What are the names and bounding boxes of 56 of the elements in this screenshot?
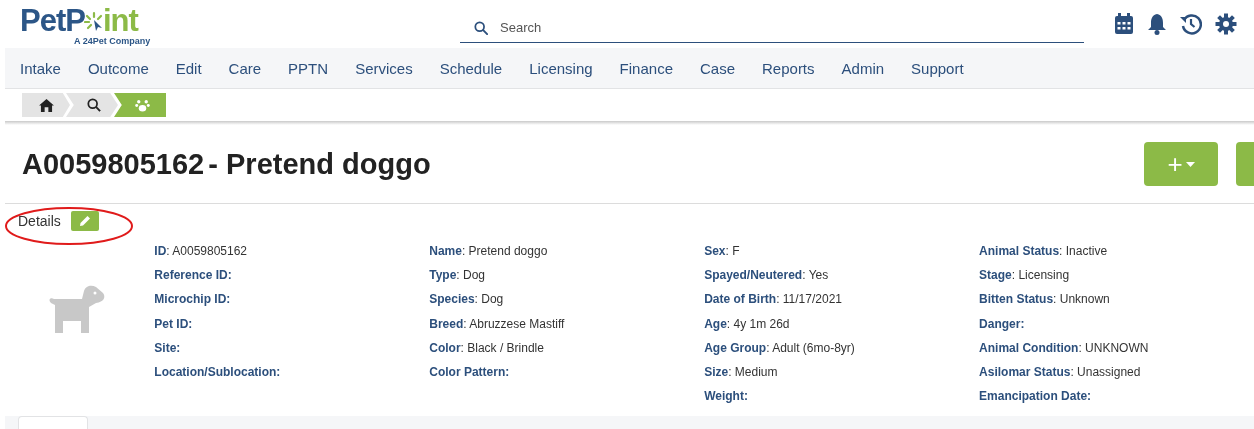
- detail-field: Reference ID:: [154, 268, 430, 293]
- home-icon: [38, 98, 54, 112]
- nav-link[interactable]: Reports: [762, 59, 815, 77]
- nav-link[interactable]: Licensing: [529, 59, 593, 77]
- calendar-icon[interactable]: [1114, 13, 1134, 35]
- search-icon: [87, 98, 101, 112]
- detail-field: Stage: Licensing: [979, 268, 1254, 293]
- nav-link[interactable]: Edit: [175, 59, 202, 77]
- detail-field: Date of Birth: 11/17/2021: [704, 292, 980, 317]
- pencil-icon: [78, 215, 91, 227]
- logo[interactable]: PetP int A 24Pet Company: [20, 6, 460, 46]
- section-title: Details: [18, 213, 61, 229]
- detail-field: Pet ID:: [154, 316, 430, 341]
- detail-field: Breed: Abruzzese Mastiff: [429, 316, 705, 341]
- detail-field: Animal Status: Inactive: [979, 244, 1254, 269]
- detail-field: Species: Dog: [429, 292, 705, 317]
- nav-link[interactable]: Case: [700, 59, 735, 77]
- detail-field: Age: 4y 1m 26d: [704, 316, 980, 341]
- nav-link[interactable]: Support: [911, 59, 964, 77]
- animal-title: A0059805162- Pretend doggo: [22, 147, 431, 181]
- detail-field: Asilomar Status: Unassigned: [979, 364, 1254, 390]
- caret-icon: [1185, 161, 1195, 167]
- breadcrumb-item[interactable]: [22, 93, 70, 117]
- nav-link[interactable]: Care: [228, 59, 262, 77]
- bell-icon[interactable]: [1147, 13, 1167, 35]
- nav-link[interactable]: Outcome: [87, 59, 149, 77]
- nav-link[interactable]: Admin: [841, 59, 885, 77]
- history-icon[interactable]: [1180, 13, 1202, 35]
- detail-field: Type: Dog: [429, 268, 705, 293]
- nav-link[interactable]: PPTN: [288, 59, 329, 77]
- detail-field: Sex: F: [704, 244, 980, 269]
- detail-field: Danger:: [979, 316, 1254, 341]
- detail-field: Emancipation Date:: [979, 389, 1254, 414]
- detail-field: Site:: [154, 340, 430, 365]
- detail-field: ID: A0059805162: [154, 244, 430, 269]
- detail-field: Color: Black / Brindle: [429, 340, 705, 365]
- nav-link[interactable]: Finance: [619, 59, 673, 77]
- detail-field: Animal Condition: UNKNOWN: [979, 340, 1254, 365]
- detail-field: Bitten Status: Unknown: [979, 292, 1254, 317]
- dog-icon: [48, 285, 107, 335]
- nav-link[interactable]: Services: [355, 59, 413, 77]
- nav-link[interactable]: Intake: [20, 59, 61, 77]
- search-icon: [474, 21, 488, 35]
- paw-icon: [134, 98, 150, 112]
- settings-icon[interactable]: [1215, 13, 1237, 35]
- detail-field: Spayed/Neutered: Yes: [704, 268, 980, 293]
- detail-field: Weight:: [704, 389, 980, 414]
- search-field[interactable]: Search: [460, 13, 1084, 43]
- detail-field: Microchip ID:: [154, 292, 430, 317]
- detail-field: Name: Pretend doggo: [429, 244, 705, 269]
- breadcrumb-item[interactable]: [66, 93, 118, 117]
- detail-field: Color Pattern:: [429, 364, 705, 390]
- detail-field: Age Group: Adult (6mo-8yr): [704, 340, 980, 365]
- detail-field: Size: Medium: [704, 364, 980, 390]
- nav-link[interactable]: Schedule: [439, 59, 503, 77]
- detail-field: Location/Sublocation:: [154, 364, 430, 390]
